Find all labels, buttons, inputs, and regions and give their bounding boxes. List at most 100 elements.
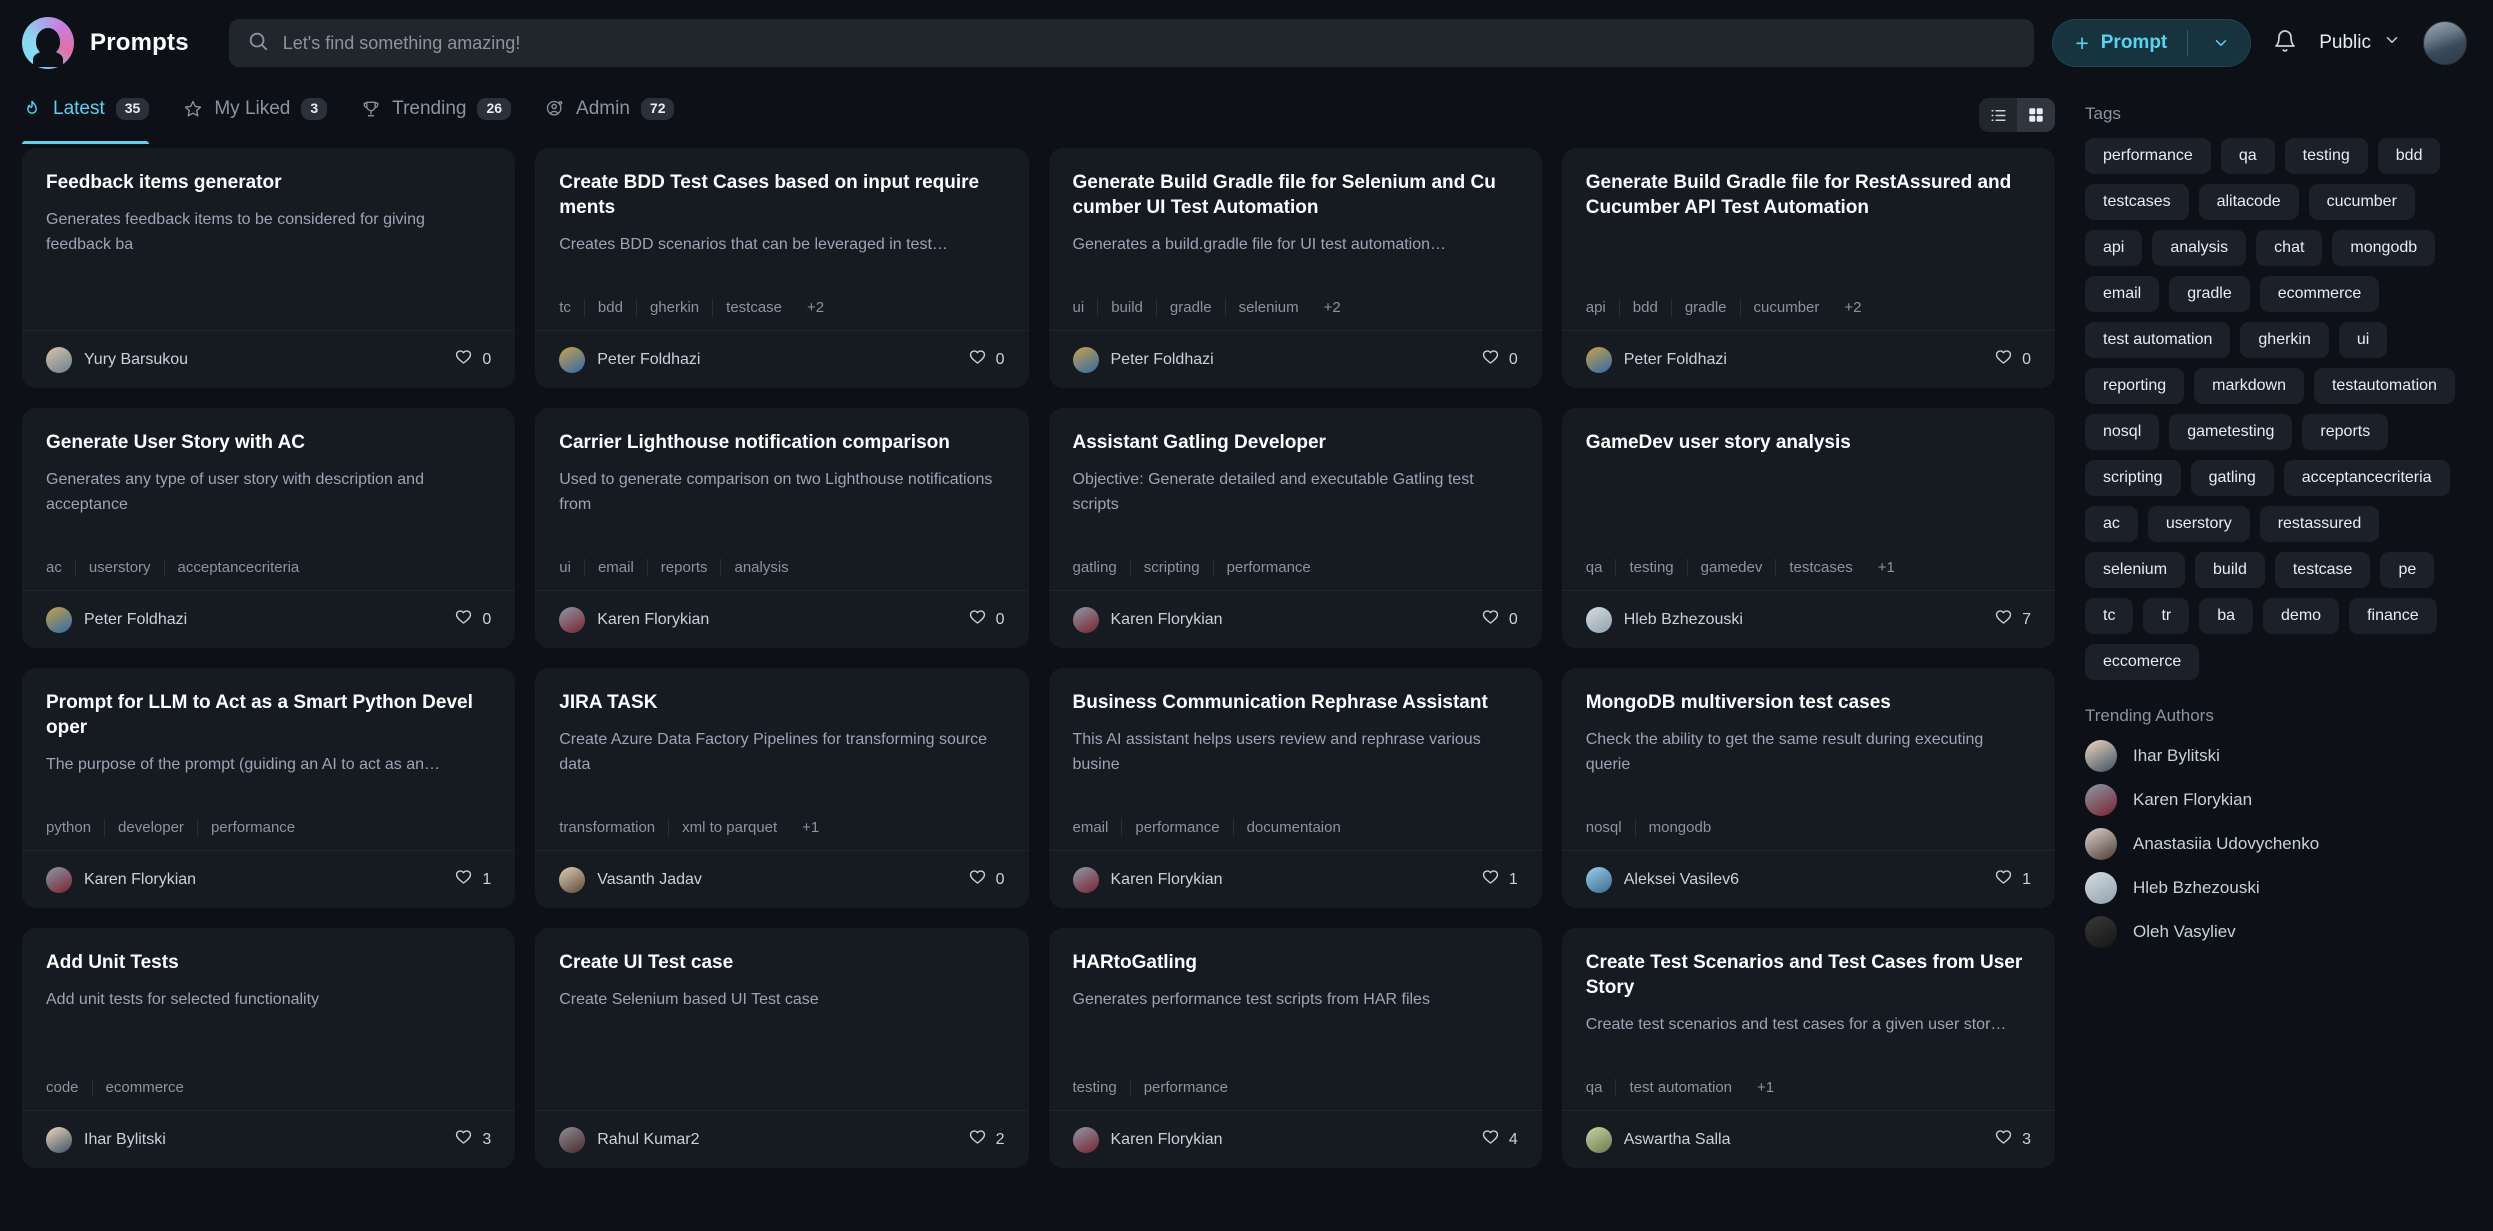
trending-author-item[interactable]: Oleh Vasyliev	[2085, 916, 2471, 948]
like-button[interactable]: 7	[1994, 608, 2031, 632]
tab-my-liked[interactable]: My Liked 3	[183, 86, 328, 144]
tag-pill[interactable]: mongodb	[2332, 230, 2436, 266]
card-tag[interactable]: ui	[1073, 299, 1098, 316]
tag-pill[interactable]: alitacode	[2198, 184, 2299, 220]
tag-pill[interactable]: ac	[2085, 506, 2138, 542]
grid-view-icon[interactable]	[2017, 98, 2055, 132]
avatar[interactable]	[2423, 21, 2467, 65]
tab-admin[interactable]: Admin 72	[545, 86, 675, 144]
like-button[interactable]: 0	[968, 608, 1005, 632]
card-tag[interactable]: userstory	[74, 559, 164, 576]
like-button[interactable]: 0	[454, 348, 491, 372]
new-prompt-button[interactable]: + Prompt	[2052, 19, 2252, 67]
card-tag[interactable]: testcase	[712, 299, 795, 316]
like-button[interactable]: 0	[1481, 608, 1518, 632]
card-author[interactable]: Yury Barsukou	[46, 346, 188, 373]
tag-pill[interactable]: gatling	[2190, 460, 2274, 496]
tag-pill[interactable]: performance	[2085, 138, 2211, 174]
card-tag[interactable]: python	[46, 819, 104, 836]
card-author[interactable]: Karen Florykian	[46, 866, 196, 893]
tab-trending[interactable]: Trending 26	[361, 86, 512, 144]
card-author[interactable]: Vasanth Jadav	[559, 866, 702, 893]
tag-pill[interactable]: gametesting	[2169, 414, 2293, 450]
tag-pill[interactable]: testing	[2284, 138, 2368, 174]
card-tag[interactable]: performance	[196, 819, 308, 836]
card-tag-more[interactable]: +1	[1866, 559, 1895, 576]
tag-pill[interactable]: reports	[2302, 414, 2389, 450]
card-tag[interactable]: gatling	[1073, 559, 1130, 576]
card-tag[interactable]: scripting	[1129, 559, 1213, 576]
card-tag[interactable]: api	[1586, 299, 1619, 316]
card-tag[interactable]: developer	[104, 819, 197, 836]
tag-pill[interactable]: email	[2085, 276, 2160, 312]
tag-pill[interactable]: pe	[2380, 552, 2435, 588]
tag-pill[interactable]: ecommerce	[2259, 276, 2380, 312]
card-tag[interactable]: gamedev	[1686, 559, 1776, 576]
card-tag[interactable]: performance	[1212, 559, 1324, 576]
like-button[interactable]: 0	[968, 348, 1005, 372]
card-author[interactable]: Karen Florykian	[559, 606, 709, 633]
like-button[interactable]: 0	[454, 608, 491, 632]
prompt-card[interactable]: MongoDB multiversion test cases Check th…	[1561, 668, 2055, 908]
tag-pill[interactable]: reporting	[2085, 368, 2185, 404]
prompt-card[interactable]: Feedback items generator Generates feedb…	[22, 148, 516, 388]
tag-pill[interactable]: markdown	[2194, 368, 2304, 404]
tag-pill[interactable]: qa	[2220, 138, 2275, 174]
card-tag[interactable]: testcases	[1775, 559, 1865, 576]
card-tag[interactable]: ecommerce	[91, 1079, 197, 1096]
prompt-card[interactable]: Create Test Scenarios and Test Cases fro…	[1561, 928, 2055, 1168]
card-tag[interactable]: transformation	[559, 819, 668, 836]
brand[interactable]: Prompts	[22, 17, 189, 69]
card-tag[interactable]: gradle	[1155, 299, 1225, 316]
tag-pill[interactable]: tc	[2085, 598, 2134, 634]
prompt-card[interactable]: Create UI Test case Create Selenium base…	[535, 928, 1029, 1168]
tag-pill[interactable]: restassured	[2259, 506, 2380, 542]
tag-pill[interactable]: demo	[2263, 598, 2340, 634]
tab-latest[interactable]: Latest 35	[22, 86, 150, 144]
trending-author-item[interactable]: Karen Florykian	[2085, 784, 2471, 816]
like-button[interactable]: 1	[1481, 868, 1518, 892]
card-tag[interactable]: reports	[646, 559, 721, 576]
like-button[interactable]: 3	[454, 1128, 491, 1152]
card-author[interactable]: Karen Florykian	[1072, 866, 1223, 893]
search-bar[interactable]	[228, 19, 2035, 67]
tag-pill[interactable]: scripting	[2085, 460, 2181, 496]
card-tag[interactable]: xml to parquet	[668, 819, 790, 836]
card-tag[interactable]: test automation	[1615, 1079, 1745, 1096]
card-tag[interactable]: ac	[46, 559, 75, 576]
tag-pill[interactable]: gradle	[2169, 276, 2250, 312]
card-author[interactable]: Karen Florykian	[1072, 606, 1223, 633]
card-author[interactable]: Hleb Bzhezouski	[1585, 606, 1743, 633]
prompt-card[interactable]: Business Communication Rephrase Assistan…	[1048, 668, 1542, 908]
card-tag[interactable]: ui	[559, 559, 584, 576]
card-tag[interactable]: email	[583, 559, 647, 576]
tag-pill[interactable]: bdd	[2377, 138, 2441, 174]
prompt-card[interactable]: Generate Build Gradle file for RestAssur…	[1561, 148, 2055, 388]
trending-author-item[interactable]: Ihar Bylitski	[2085, 740, 2471, 772]
prompt-card[interactable]: JIRA TASK Create Azure Data Factory Pipe…	[535, 668, 1029, 908]
trending-author-item[interactable]: Anastasiia Udovychenko	[2085, 828, 2471, 860]
tag-pill[interactable]: eccomerce	[2085, 644, 2200, 680]
prompt-card[interactable]: Generate Build Gradle file for Selenium …	[1048, 148, 1542, 388]
card-tag[interactable]: bdd	[583, 299, 636, 316]
like-button[interactable]: 0	[1994, 348, 2031, 372]
card-tag-more[interactable]: +2	[1832, 299, 1861, 316]
tag-pill[interactable]: selenium	[2085, 552, 2186, 588]
card-tag[interactable]: performance	[1129, 1079, 1241, 1096]
like-button[interactable]: 0	[1481, 348, 1518, 372]
visibility-selector[interactable]: Public	[2319, 31, 2401, 55]
tag-pill[interactable]: gherkin	[2240, 322, 2329, 358]
card-tag[interactable]: gherkin	[635, 299, 712, 316]
card-tag[interactable]: code	[46, 1079, 92, 1096]
prompt-card[interactable]: Carrier Lighthouse notification comparis…	[535, 408, 1029, 648]
card-tag-more[interactable]: +2	[1312, 299, 1341, 316]
card-tag[interactable]: bdd	[1618, 299, 1671, 316]
search-input[interactable]	[282, 32, 2017, 54]
card-tag[interactable]: cucumber	[1739, 299, 1833, 316]
card-author[interactable]: Peter Foldhazi	[1585, 346, 1727, 373]
card-tag[interactable]: mongodb	[1634, 819, 1725, 836]
card-tag[interactable]: performance	[1121, 819, 1232, 836]
prompt-card[interactable]: Prompt for LLM to Act as a Smart Python …	[22, 668, 516, 908]
tag-pill[interactable]: ba	[2199, 598, 2254, 634]
tag-pill[interactable]: analysis	[2152, 230, 2247, 266]
